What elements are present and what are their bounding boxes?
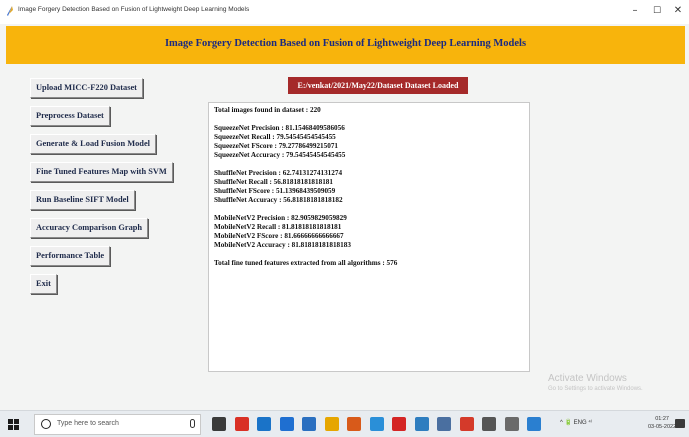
accuracy-graph-button[interactable]: Accuracy Comparison Graph [30, 218, 149, 238]
output-line: Total fine tuned features extracted from… [214, 259, 398, 267]
file-explorer-icon[interactable] [279, 417, 294, 431]
output-line: MobileNetV2 Precision : 82.9059829059829 [214, 214, 347, 222]
output-line: ShuffleNet Accuracy : 56.81818181818182 [214, 196, 343, 204]
output-line: SqueezeNet Precision : 81.15468409586056 [214, 124, 345, 132]
search-placeholder: Type here to search [57, 420, 119, 427]
app-icon[interactable] [527, 417, 541, 431]
results-textarea[interactable]: Total images found in dataset : 220 Sque… [208, 102, 530, 372]
preprocess-dataset-button[interactable]: Preprocess Dataset [30, 106, 110, 126]
taskbar-clock[interactable]: 01:27 03-05-2022 [648, 415, 676, 431]
window-titlebar: Image Forgery Detection Based on Fusion … [0, 0, 689, 24]
taskbar-search-box[interactable]: Type here to search [34, 414, 201, 435]
media-icon[interactable] [459, 417, 474, 431]
fine-tuned-features-svm-button[interactable]: Fine Tuned Features Map with SVM [30, 162, 173, 182]
generate-fusion-model-button[interactable]: Generate & Load Fusion Model [30, 134, 156, 154]
feather-app-icon [7, 6, 13, 16]
notepad-icon[interactable] [437, 417, 451, 431]
output-line: MobileNetV2 Recall : 81.81818181818181 [214, 223, 342, 231]
output-line: SqueezeNet FScore : 79.27786499215071 [214, 142, 339, 150]
window-title: Image Forgery Detection Based on Fusion … [18, 6, 250, 13]
task-view-icon[interactable] [212, 417, 226, 431]
windows-start-icon[interactable] [8, 419, 19, 430]
output-line: ShuffleNet Recall : 56.81818181818181 [214, 178, 333, 186]
app-banner: Image Forgery Detection Based on Fusion … [6, 26, 685, 64]
exit-button[interactable]: Exit [30, 274, 57, 294]
watermark-subtitle: Go to Settings to activate Windows. [548, 386, 643, 392]
output-line: SqueezeNet Accuracy : 79.54545454545455 [214, 151, 346, 159]
output-line: ShuffleNet Precision : 62.74131274131274 [214, 169, 343, 177]
settings-icon[interactable] [504, 417, 519, 431]
paint-icon[interactable] [369, 417, 384, 431]
clock-date: 03-05-2022 [648, 424, 677, 430]
store-icon[interactable] [302, 417, 316, 431]
acrobat-icon[interactable] [392, 417, 406, 431]
python-icon[interactable] [414, 417, 429, 431]
minimize-button[interactable]: – [627, 4, 643, 18]
upload-dataset-button[interactable]: Upload MICC-F220 Dataset [30, 78, 143, 98]
edge-icon[interactable] [257, 417, 271, 431]
output-line: MobileNetV2 Accuracy : 81.81818181818183 [214, 241, 351, 249]
output-line: ShuffleNet FScore : 51.13968439509059 [214, 187, 336, 195]
output-line: MobileNetV2 FScore : 81.66666666666667 [214, 232, 344, 240]
activate-windows-watermark: Activate Windows Go to Settings to activ… [548, 373, 643, 392]
windows-taskbar: Type here to search ^ 🔋 ENG ⁴⁾ 01:27 03-… [0, 410, 689, 437]
dataset-status-label: E:/venkat/2021/May22/Dataset Dataset Loa… [288, 77, 468, 94]
search-icon [41, 419, 51, 429]
watermark-title: Activate Windows [548, 373, 627, 384]
close-button[interactable]: ✕ [670, 4, 686, 18]
run-sift-model-button[interactable]: Run Baseline SIFT Model [30, 190, 135, 210]
app-heading: Image Forgery Detection Based on Fusion … [164, 38, 527, 49]
maximize-button[interactable]: ☐ [649, 4, 665, 18]
output-line: Total images found in dataset : 220 [214, 106, 321, 114]
microphone-icon[interactable] [190, 419, 195, 428]
chrome-icon[interactable] [234, 417, 249, 431]
clock-time: 01:27 [655, 416, 669, 422]
notification-icon[interactable] [675, 419, 685, 428]
performance-table-button[interactable]: Performance Table [30, 246, 111, 266]
ide-icon[interactable] [482, 417, 496, 431]
office-icon[interactable] [324, 417, 339, 431]
system-tray-icons[interactable]: ^ 🔋 ENG ⁴⁾ [560, 419, 592, 426]
output-line: SqueezeNet Recall : 79.54545454545455 [214, 133, 336, 141]
firefox-icon[interactable] [347, 417, 361, 431]
